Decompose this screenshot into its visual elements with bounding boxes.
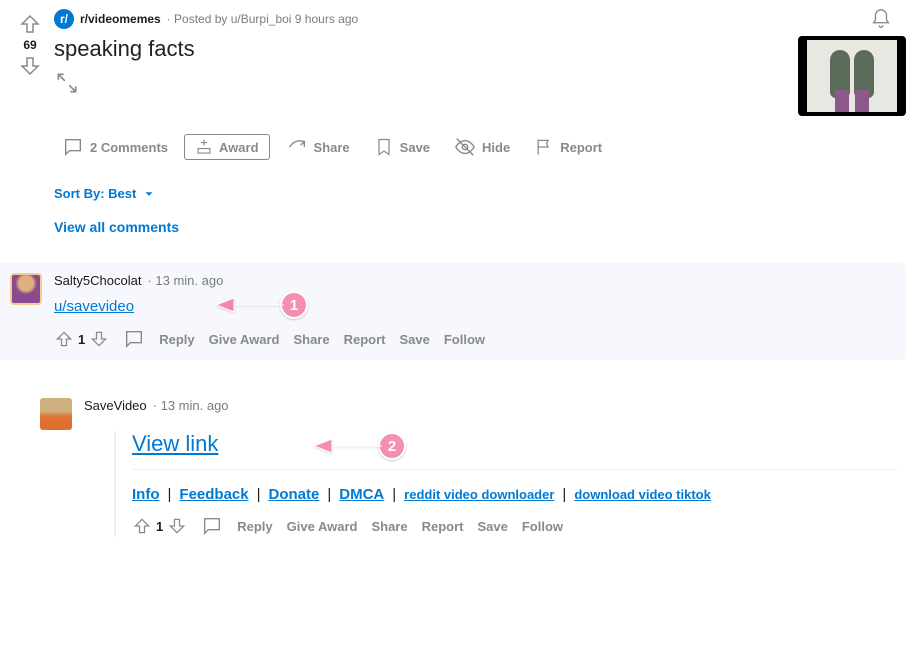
separator: | xyxy=(168,486,172,503)
award-button[interactable]: Award xyxy=(184,134,270,160)
posted-by: · Posted by u/Burpi_boi 9 hours ago xyxy=(167,12,358,26)
report-label: Report xyxy=(560,140,602,155)
annotation-arrow-icon xyxy=(214,290,284,320)
share-label: Share xyxy=(314,140,350,155)
comment-author[interactable]: SaveVideo xyxy=(84,398,147,413)
comment-author[interactable]: Salty5Chocolat xyxy=(54,273,141,288)
follow-button[interactable]: Follow xyxy=(444,332,485,347)
sort-label: Sort By: Best xyxy=(54,186,136,201)
info-link[interactable]: Info xyxy=(132,486,160,503)
share-button[interactable]: Share xyxy=(278,130,358,164)
comments-button[interactable]: 2 Comments xyxy=(54,130,176,164)
chevron-down-icon xyxy=(142,187,156,201)
upvote-icon[interactable] xyxy=(132,516,152,536)
download-video-tiktok-link[interactable]: download video tiktok xyxy=(574,487,711,502)
bot-links: Info | Feedback | Donate | DMCA | reddit… xyxy=(132,486,898,503)
save-button[interactable]: Save xyxy=(366,131,438,163)
post-thumbnail[interactable] xyxy=(798,36,906,116)
save-label: Save xyxy=(400,140,430,155)
save-button[interactable]: Save xyxy=(477,519,507,534)
comment-icon[interactable] xyxy=(123,328,145,350)
downvote-icon[interactable] xyxy=(18,54,42,78)
annotation-badge: 1 xyxy=(280,291,308,319)
separator: | xyxy=(257,486,261,503)
comment-icon[interactable] xyxy=(201,515,223,537)
expand-icon[interactable] xyxy=(54,70,80,96)
upvote-icon[interactable] xyxy=(54,329,74,349)
give-award-button[interactable]: Give Award xyxy=(287,519,358,534)
feedback-link[interactable]: Feedback xyxy=(179,486,248,503)
upvote-icon[interactable] xyxy=(18,12,42,36)
reply-button[interactable]: Reply xyxy=(237,519,272,534)
separator: | xyxy=(392,486,396,503)
post-score: 69 xyxy=(23,38,36,52)
mention-link[interactable]: u/savevideo xyxy=(54,298,134,315)
give-award-button[interactable]: Give Award xyxy=(209,332,280,347)
separator: | xyxy=(327,486,331,503)
save-button[interactable]: Save xyxy=(399,332,429,347)
reddit-video-downloader-link[interactable]: reddit video downloader xyxy=(404,487,554,502)
bell-icon[interactable] xyxy=(870,8,892,30)
comments-label: 2 Comments xyxy=(90,140,168,155)
subreddit-icon[interactable]: r/ xyxy=(54,9,74,29)
comment-score: 1 xyxy=(78,332,85,347)
view-all-comments[interactable]: View all comments xyxy=(54,219,906,235)
annotation-arrow-icon xyxy=(312,431,382,461)
comment: SaveVideo · 13 min. ago View link 2 Info xyxy=(40,388,906,547)
report-button[interactable]: Report xyxy=(526,131,610,163)
hide-button[interactable]: Hide xyxy=(446,130,518,164)
view-link[interactable]: View link xyxy=(132,431,218,456)
comment: Salty5Chocolat · 13 min. ago u/savevideo… xyxy=(0,263,906,360)
post-actions: 2 Comments Award Share Save Hide Report xyxy=(54,130,906,164)
report-button[interactable]: Report xyxy=(422,519,464,534)
follow-button[interactable]: Follow xyxy=(522,519,563,534)
share-button[interactable]: Share xyxy=(293,332,329,347)
downvote-icon[interactable] xyxy=(167,516,187,536)
avatar[interactable] xyxy=(40,398,72,430)
subreddit-link[interactable]: r/videomemes xyxy=(80,12,161,26)
post-header: r/ r/videomemes · Posted by u/Burpi_boi … xyxy=(54,8,906,30)
sort-dropdown[interactable]: Sort By: Best xyxy=(54,186,906,201)
comment-time: · 13 min. ago xyxy=(147,273,223,288)
downvote-icon[interactable] xyxy=(89,329,109,349)
hide-label: Hide xyxy=(482,140,510,155)
post-title: speaking facts xyxy=(54,36,790,62)
annotation-badge: 2 xyxy=(378,432,406,460)
donate-link[interactable]: Donate xyxy=(269,486,320,503)
reply-button[interactable]: Reply xyxy=(159,332,194,347)
share-button[interactable]: Share xyxy=(371,519,407,534)
dmca-link[interactable]: DMCA xyxy=(339,486,384,503)
comment-time: · 13 min. ago xyxy=(153,398,229,413)
avatar[interactable] xyxy=(10,273,42,305)
comment-score: 1 xyxy=(156,519,163,534)
award-label: Award xyxy=(219,140,259,155)
report-button[interactable]: Report xyxy=(344,332,386,347)
divider xyxy=(132,469,898,470)
separator: | xyxy=(562,486,566,503)
